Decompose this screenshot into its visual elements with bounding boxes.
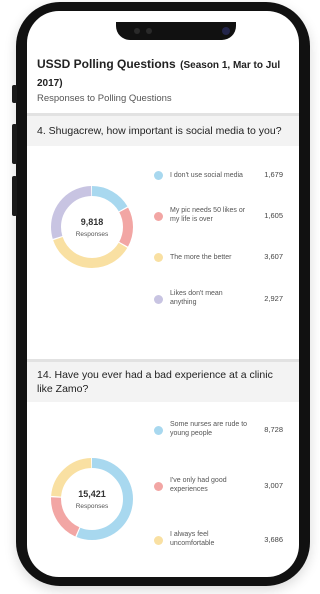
donut-total-label: Responses	[76, 231, 109, 238]
question-panel: 15,421 Responses Some nurses are rude to…	[27, 402, 299, 577]
legend-value: 1,679	[264, 170, 283, 179]
dashboard-title-row: USSD Polling Questions (Season 1, Mar to…	[27, 48, 299, 92]
legend-value: 3,686	[264, 535, 283, 544]
legend-swatch	[154, 212, 163, 221]
donut-total-value: 9,818	[81, 217, 104, 227]
page-title: USSD Polling Questions	[37, 57, 176, 71]
legend-label: I've only had good experiences	[170, 477, 227, 493]
donut-total-label: Responses	[76, 503, 109, 510]
legend-value: 8,728	[264, 425, 283, 434]
question-heading: 4. Shugacrew, how important is social me…	[27, 116, 299, 146]
legend-label: Some nurses are rude to young people	[170, 421, 248, 437]
legend-value: 3,007	[264, 481, 283, 490]
legend-swatch	[154, 536, 163, 545]
legend-value: 1,605	[264, 211, 283, 220]
page-subtitle: Responses to Polling Questions	[37, 93, 172, 104]
legend-swatch	[154, 482, 163, 491]
question-heading: 14. Have you ever had a bad experience a…	[27, 362, 299, 402]
donut-total-value: 15,421	[78, 489, 106, 499]
legend-swatch	[154, 295, 163, 304]
question-panel: 9,818 Responses I don't use social media…	[27, 146, 299, 359]
phone-screen: USSD Polling Questions (Season 1, Mar to…	[27, 11, 299, 577]
legend-swatch	[154, 426, 163, 435]
speaker-dot	[134, 28, 140, 34]
donut-chart[interactable]: 15,421 Responses	[47, 454, 137, 544]
legend-swatch	[154, 253, 163, 262]
phone-volume-down-button	[12, 176, 17, 216]
legend-value: 3,607	[264, 252, 283, 261]
legend-label: My pic needs 50 likes or my life is over	[170, 207, 246, 223]
legend-label: I always feel uncomfortable	[170, 531, 215, 547]
phone-side-button	[12, 85, 17, 103]
phone-volume-up-button	[12, 124, 17, 164]
dashboard-content: USSD Polling Questions (Season 1, Mar to…	[27, 48, 299, 577]
legend-label: I don't use social media	[170, 172, 243, 179]
legend-value: 2,927	[264, 294, 283, 303]
front-camera-icon	[222, 27, 230, 35]
legend-label: Likes don't mean anything	[170, 290, 223, 306]
legend-label: The more the better	[170, 254, 232, 261]
phone-notch	[116, 22, 236, 40]
donut-chart[interactable]: 9,818 Responses	[47, 182, 137, 272]
sensor-dot	[146, 28, 152, 34]
legend-swatch	[154, 171, 163, 180]
